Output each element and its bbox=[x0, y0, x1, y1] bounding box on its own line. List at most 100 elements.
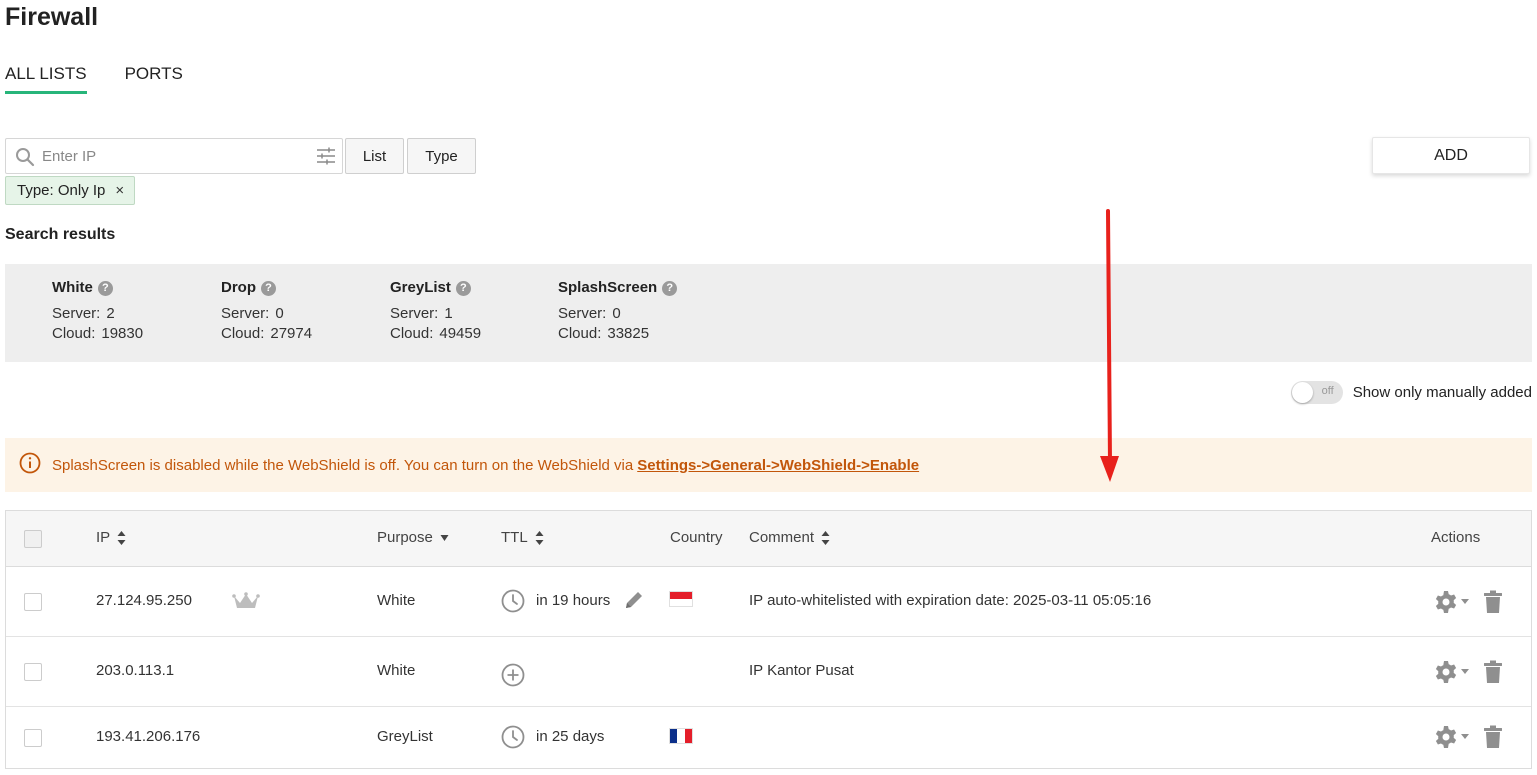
cloud-label: Cloud: bbox=[390, 325, 434, 342]
table-row: 203.0.113.1 White IP Kantor Pusat bbox=[6, 637, 1531, 707]
clock-icon bbox=[501, 589, 525, 613]
trash-icon[interactable] bbox=[1483, 725, 1503, 749]
comment-cell: IP Kantor Pusat bbox=[749, 662, 854, 679]
cloud-count: 19830 bbox=[101, 325, 144, 342]
server-label: Server: bbox=[390, 305, 439, 322]
table-row: 193.41.206.176 GreyList in 25 days bbox=[6, 707, 1531, 769]
toggle-knob bbox=[1291, 382, 1313, 403]
type-filter-button[interactable]: Type bbox=[407, 138, 476, 174]
search-box bbox=[5, 138, 343, 174]
row-settings-menu[interactable] bbox=[1433, 659, 1469, 685]
help-icon[interactable]: ? bbox=[97, 280, 113, 296]
server-count: 2 bbox=[106, 305, 115, 322]
ip-cell: 203.0.113.1 bbox=[96, 662, 175, 679]
server-count: 0 bbox=[275, 305, 284, 322]
summary-splashscreen: SplashScreen? Server: 0 Cloud: 33825 bbox=[558, 278, 678, 344]
cloud-count: 33825 bbox=[607, 325, 650, 342]
gear-icon bbox=[1435, 661, 1457, 683]
server-count: 0 bbox=[612, 305, 621, 322]
clock-icon bbox=[501, 725, 525, 749]
toggle-label: Show only manually added bbox=[1352, 384, 1532, 401]
manual-filter-toggle-row: off Show only manually added bbox=[1290, 381, 1532, 404]
trash-icon[interactable] bbox=[1483, 660, 1503, 684]
summary-panel: White? Server: 2 Cloud: 19830 Drop? Server… bbox=[5, 264, 1532, 362]
sort-icon bbox=[821, 530, 830, 545]
server-count: 1 bbox=[444, 305, 453, 322]
caret-down-icon bbox=[1461, 599, 1469, 604]
caret-down-icon bbox=[440, 534, 449, 541]
column-header-actions: Actions bbox=[1431, 529, 1481, 546]
column-header-ip-label: IP bbox=[96, 529, 111, 546]
row-checkbox[interactable] bbox=[24, 663, 42, 681]
column-header-ttl[interactable]: TTL bbox=[501, 529, 544, 546]
summary-name: White bbox=[52, 279, 93, 296]
toggle-state-label: off bbox=[1321, 385, 1334, 397]
summary-name: SplashScreen bbox=[558, 279, 658, 296]
server-label: Server: bbox=[558, 305, 607, 322]
summary-name: Drop bbox=[221, 279, 256, 296]
gear-icon bbox=[1435, 726, 1457, 748]
column-header-purpose[interactable]: Purpose bbox=[377, 529, 449, 546]
pencil-icon[interactable] bbox=[622, 588, 646, 612]
add-button[interactable]: ADD bbox=[1372, 137, 1530, 174]
sort-icon bbox=[535, 530, 544, 545]
column-header-country: Country bbox=[670, 529, 723, 546]
crown-icon bbox=[232, 591, 260, 611]
page-title: Firewall bbox=[5, 3, 99, 31]
indonesia-flag-icon bbox=[669, 591, 693, 607]
column-header-ip[interactable]: IP bbox=[96, 529, 126, 546]
filter-settings-icon[interactable] bbox=[316, 147, 336, 170]
info-icon bbox=[19, 452, 41, 478]
server-label: Server: bbox=[52, 305, 101, 322]
purpose-cell: GreyList bbox=[377, 728, 433, 745]
table-header: IP Purpose TTL Country Comment Actions bbox=[6, 511, 1531, 567]
select-all-checkbox-cell bbox=[24, 530, 42, 548]
search-results-title: Search results bbox=[5, 226, 116, 243]
column-header-comment[interactable]: Comment bbox=[749, 529, 830, 546]
plus-circle-icon[interactable] bbox=[501, 663, 525, 687]
comment-cell: IP auto-whitelisted with expiration date… bbox=[749, 592, 1152, 609]
tab-all-lists[interactable]: ALL LISTS bbox=[5, 64, 87, 94]
summary-white: White? Server: 2 Cloud: 19830 bbox=[52, 278, 143, 344]
row-settings-menu[interactable] bbox=[1433, 724, 1469, 750]
help-icon[interactable]: ? bbox=[261, 280, 276, 296]
server-label: Server: bbox=[221, 305, 270, 322]
manual-added-toggle[interactable]: off bbox=[1290, 381, 1343, 404]
select-all-checkbox[interactable] bbox=[24, 530, 42, 548]
help-icon[interactable]: ? bbox=[455, 280, 471, 296]
cloud-label: Cloud: bbox=[558, 325, 602, 342]
list-filter-button[interactable]: List bbox=[345, 138, 404, 174]
caret-down-icon bbox=[1461, 669, 1469, 674]
column-header-purpose-label: Purpose bbox=[377, 529, 433, 546]
tab-bar: ALL LISTS PORTS bbox=[5, 64, 183, 94]
table-row: 27.124.95.250 White in 19 hours IP auto-… bbox=[6, 567, 1531, 637]
alert-text: SplashScreen is disabled while the WebSh… bbox=[52, 456, 634, 474]
column-header-comment-label: Comment bbox=[749, 529, 815, 546]
cloud-count: 27974 bbox=[270, 325, 313, 342]
close-icon[interactable]: × bbox=[115, 182, 124, 199]
france-flag-icon bbox=[669, 728, 693, 744]
ttl-cell: in 25 days bbox=[536, 728, 605, 745]
cloud-count: 49459 bbox=[439, 325, 482, 342]
tab-ports[interactable]: PORTS bbox=[125, 64, 183, 94]
row-checkbox[interactable] bbox=[24, 729, 42, 747]
webshield-settings-link[interactable]: Settings->General->WebShield->Enable bbox=[637, 457, 919, 474]
purpose-cell: White bbox=[377, 592, 416, 609]
filter-chip-type: Type: Only Ip × bbox=[5, 176, 136, 205]
sort-icon bbox=[117, 530, 126, 545]
summary-drop: Drop? Server: 0 Cloud: 27974 bbox=[221, 278, 312, 344]
trash-icon[interactable] bbox=[1483, 590, 1503, 614]
webshield-alert: SplashScreen is disabled while the WebSh… bbox=[5, 438, 1532, 492]
summary-name: GreyList bbox=[390, 279, 451, 296]
search-input[interactable] bbox=[42, 145, 302, 167]
row-settings-menu[interactable] bbox=[1433, 589, 1469, 615]
gear-icon bbox=[1435, 591, 1457, 613]
help-icon[interactable]: ? bbox=[662, 280, 678, 296]
search-icon bbox=[15, 147, 35, 172]
firewall-table: IP Purpose TTL Country Comment Actions 2… bbox=[5, 510, 1532, 769]
row-checkbox[interactable] bbox=[24, 593, 42, 611]
summary-greylist: GreyList? Server: 1 Cloud: 49459 bbox=[390, 278, 481, 344]
filter-chip-label: Type: Only Ip bbox=[17, 182, 106, 199]
column-header-ttl-label: TTL bbox=[501, 529, 528, 546]
purpose-cell: White bbox=[377, 662, 416, 679]
